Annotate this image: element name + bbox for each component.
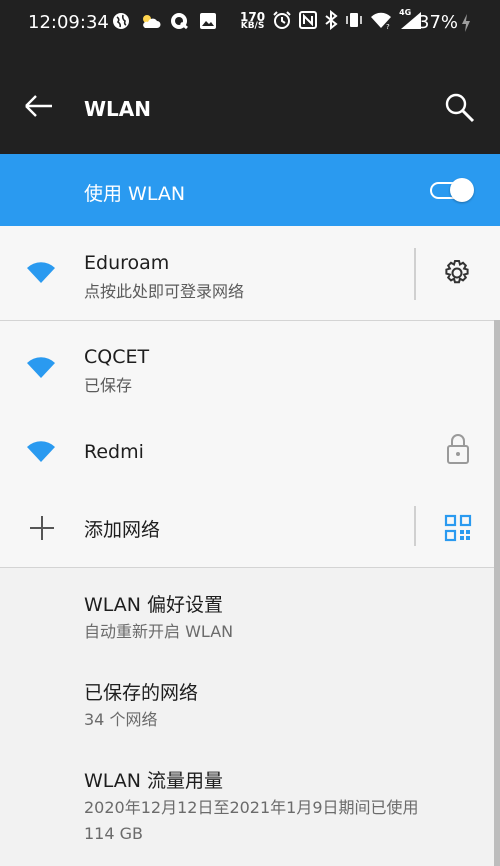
network-status: 点按此处即可登录网络	[84, 282, 245, 301]
wifi-icon	[26, 355, 56, 383]
add-network-label: 添加网络	[84, 519, 161, 541]
network-list: Eduroam 点按此处即可登录网络 CQCET 已保存 Redmi 添加网络	[0, 226, 500, 568]
add-network-row[interactable]: 添加网络	[0, 491, 500, 567]
alarm-icon	[272, 10, 292, 34]
network-type: 4G	[399, 8, 412, 17]
wlan-data-usage-item[interactable]: WLAN 流量用量 2020年12月12日至2021年1月9日期间已使用 114…	[0, 752, 494, 862]
setting-title: WLAN 流量用量	[84, 770, 224, 792]
network-item-redmi[interactable]: Redmi	[0, 411, 500, 491]
back-arrow-icon[interactable]	[24, 94, 54, 122]
search-icon[interactable]	[444, 92, 476, 128]
divider	[414, 248, 416, 300]
wifi-status-icon: ?	[370, 11, 392, 33]
charging-icon	[460, 13, 472, 37]
svg-text:?: ?	[386, 23, 390, 29]
wifi-icon	[26, 439, 56, 467]
network-name: Eduroam	[84, 252, 170, 274]
wlan-toggle-label: 使用 WLAN	[84, 183, 186, 205]
image-icon	[199, 12, 217, 34]
setting-title: WLAN 偏好设置	[84, 594, 224, 616]
scrollbar[interactable]	[494, 320, 500, 866]
weather-icon	[139, 12, 161, 34]
setting-subtitle-usage: 114 GB	[84, 824, 143, 843]
bluetooth-icon	[324, 9, 338, 34]
wlan-switch[interactable]	[430, 178, 474, 202]
setting-title: 已保存的网络	[84, 682, 199, 704]
globe-icon	[112, 12, 130, 34]
vibrate-icon	[345, 11, 363, 33]
plus-icon	[29, 515, 55, 545]
network-item-cqcet[interactable]: CQCET 已保存	[0, 321, 500, 411]
status-time: 12:09:34	[28, 12, 109, 33]
app-q-icon	[170, 12, 190, 34]
qr-code-icon[interactable]	[444, 514, 472, 546]
saved-networks-item[interactable]: 已保存的网络 34 个网络	[0, 664, 494, 740]
wlan-toggle-row[interactable]: 使用 WLAN	[0, 154, 500, 226]
nfc-icon	[299, 11, 318, 33]
battery-percent: 37%	[418, 12, 459, 33]
app-bar: WLAN	[0, 46, 500, 154]
switch-thumb	[450, 178, 474, 202]
status-bar: 12:09:34 170 KB/S ? 4G 37%	[0, 0, 500, 46]
network-status: 已保存	[84, 376, 133, 395]
divider	[414, 506, 416, 546]
page-title: WLAN	[84, 97, 152, 121]
network-name: CQCET	[84, 346, 150, 368]
network-item-eduroam[interactable]: Eduroam 点按此处即可登录网络	[0, 226, 500, 320]
gear-icon[interactable]	[442, 258, 472, 292]
setting-subtitle: 34 个网络	[84, 710, 158, 729]
setting-subtitle: 2020年12月12日至2021年1月9日期间已使用	[84, 798, 419, 817]
netspeed-unit: KB/S	[240, 21, 265, 31]
lock-icon	[446, 433, 470, 469]
settings-list: WLAN 偏好设置 自动重新开启 WLAN 已保存的网络 34 个网络 WLAN…	[0, 568, 500, 866]
setting-subtitle: 自动重新开启 WLAN	[84, 622, 234, 641]
wifi-icon	[26, 260, 56, 288]
network-name: Redmi	[84, 441, 144, 463]
wlan-preferences-item[interactable]: WLAN 偏好设置 自动重新开启 WLAN	[0, 576, 494, 652]
